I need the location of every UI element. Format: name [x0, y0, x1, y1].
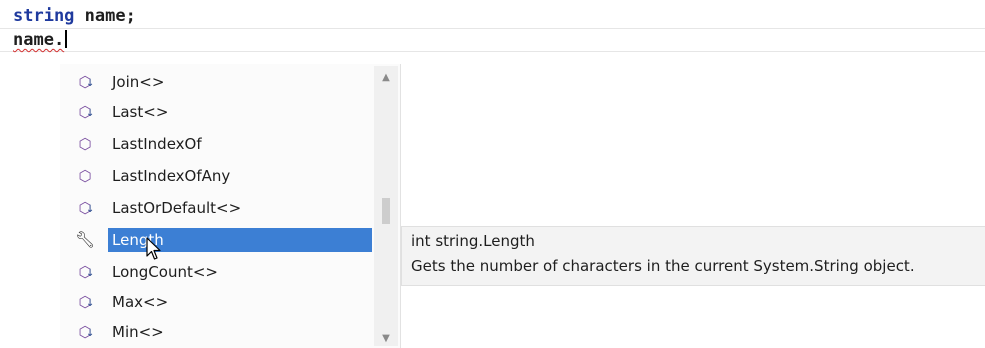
keyword-string: string: [13, 6, 75, 26]
ext-arrow-icon: ↓: [86, 108, 95, 119]
completion-item-label: LastOrDefault<>: [112, 199, 242, 217]
completion-item-label: LastIndexOfAny: [112, 167, 231, 185]
scroll-down-arrow-icon[interactable]: ▼: [374, 333, 398, 344]
tooltip-signature: int string.Length: [411, 232, 535, 250]
ext-arrow-icon: ↓: [86, 298, 95, 309]
member-access-text: name.: [13, 30, 65, 50]
completion-item-label: Join<>: [112, 73, 165, 91]
mouse-pointer-icon: [146, 237, 161, 260]
completion-item-label: LastIndexOf: [112, 135, 202, 153]
completion-scrollbar[interactable]: ▲ ▼: [374, 66, 398, 346]
code-line-2[interactable]: name.: [0, 28, 985, 52]
ext-arrow-icon: ↓: [86, 268, 95, 279]
ext-arrow-icon: ↓: [86, 78, 95, 89]
declaration-text: name;: [74, 6, 136, 26]
method-icon: ⬡: [78, 135, 92, 153]
completion-item-label: LongCount<>: [112, 263, 218, 281]
quick-info-tooltip: int string.Length Gets the number of cha…: [401, 226, 985, 286]
code-editor[interactable]: string name; name.: [0, 0, 985, 52]
tooltip-description: Gets the number of characters in the cur…: [411, 257, 915, 275]
scrollbar-thumb[interactable]: [382, 198, 390, 224]
completion-item-label: Min<>: [112, 323, 164, 341]
scroll-up-arrow-icon[interactable]: ▲: [374, 72, 398, 83]
wrench-icon: 🔧︎: [74, 230, 96, 249]
method-icon: ⬡: [78, 167, 92, 185]
ext-arrow-icon: ↓: [86, 328, 95, 339]
completion-item-label: Last<>: [112, 103, 169, 121]
completion-item-label: Max<>: [112, 293, 169, 311]
completion-list[interactable]: ⬡ ↓ Join<> ⬡ ↓ Last<> ⬡ LastIndexOf ⬡ Last…: [60, 64, 401, 348]
text-caret: [65, 30, 68, 48]
ext-arrow-icon: ↓: [86, 204, 95, 215]
code-line-1[interactable]: string name;: [0, 4, 985, 28]
